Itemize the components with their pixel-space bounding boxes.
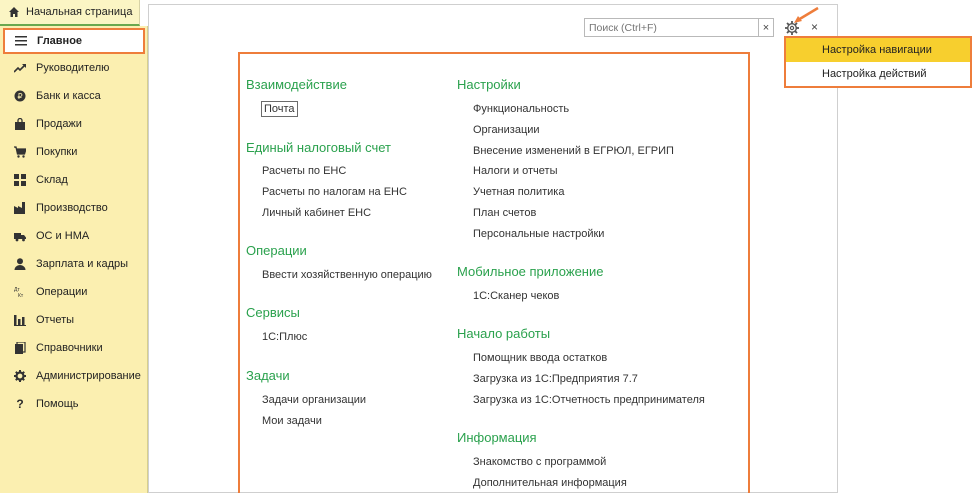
section-title: Взаимодействие bbox=[246, 77, 347, 92]
sidebar-item-label: Администрирование bbox=[36, 370, 141, 382]
menu-item-action-settings[interactable]: Настройка действий bbox=[786, 62, 970, 86]
sidebar-item-label: Помощь bbox=[36, 398, 79, 410]
menu-item-navigation-settings[interactable]: Настройка навигации bbox=[786, 38, 970, 62]
settings-gear-icon[interactable] bbox=[784, 20, 800, 36]
sidebar-item-bank[interactable]: ₽ Банк и касса bbox=[0, 82, 147, 110]
section-title: Сервисы bbox=[246, 305, 300, 320]
section-title: Настройки bbox=[457, 77, 521, 92]
menu-icon bbox=[15, 35, 27, 47]
sidebar: Главное Руководителю ₽ Банк и касса Прод… bbox=[0, 26, 148, 493]
link-chart-of-accounts[interactable]: План счетов bbox=[473, 207, 536, 219]
sidebar-item-label: Продажи bbox=[36, 118, 82, 130]
link-extra-info[interactable]: Дополнительная информация bbox=[473, 477, 627, 489]
sidebar-item-label: ОС и НМА bbox=[36, 230, 90, 242]
sidebar-item-help[interactable]: ? Помощь bbox=[0, 390, 147, 418]
sidebar-item-sales[interactable]: Продажи bbox=[0, 110, 147, 138]
section-title: Начало работы bbox=[457, 326, 551, 341]
grid-icon bbox=[14, 174, 26, 186]
close-button[interactable]: × bbox=[811, 20, 818, 34]
section-title: Мобильное приложение bbox=[457, 264, 604, 279]
truck-icon bbox=[14, 230, 26, 242]
dt-kt-icon: Дт Кт bbox=[14, 286, 26, 298]
link-accounting-policy[interactable]: Учетная политика bbox=[473, 186, 564, 198]
link-balance-assistant[interactable]: Помощник ввода остатков bbox=[473, 352, 607, 364]
sidebar-item-references[interactable]: Справочники bbox=[0, 334, 147, 362]
sidebar-item-label: Зарплата и кадры bbox=[36, 258, 129, 270]
sidebar-item-label: Справочники bbox=[36, 342, 103, 354]
book-icon bbox=[14, 342, 26, 354]
link-intro[interactable]: Знакомство с программой bbox=[473, 456, 606, 468]
sidebar-item-salary[interactable]: Зарплата и кадры bbox=[0, 250, 147, 278]
sidebar-item-label: Главное bbox=[37, 35, 83, 47]
link-receipt-scanner[interactable]: 1С:Сканер чеков bbox=[473, 290, 559, 302]
link-egrul-changes[interactable]: Внесение изменений в ЕГРЮЛ, ЕГРИП bbox=[473, 145, 674, 157]
sidebar-item-production[interactable]: Производство bbox=[0, 194, 147, 222]
question-icon: ? bbox=[16, 397, 24, 411]
sidebar-item-label: Производство bbox=[36, 202, 108, 214]
link-ens-cabinet[interactable]: Личный кабинет ЕНС bbox=[262, 207, 371, 219]
sidebar-item-main[interactable]: Главное bbox=[3, 28, 145, 54]
sidebar-item-warehouse[interactable]: Склад bbox=[0, 166, 147, 194]
link-taxes-reports[interactable]: Налоги и отчеты bbox=[473, 165, 557, 177]
cart-icon bbox=[14, 146, 26, 158]
coin-icon: ₽ bbox=[14, 90, 26, 102]
section-title: Информация bbox=[457, 430, 537, 445]
search-clear-button[interactable]: × bbox=[758, 18, 774, 37]
link-my-tasks[interactable]: Мои задачи bbox=[262, 415, 322, 427]
sidebar-item-purchases[interactable]: Покупки bbox=[0, 138, 147, 166]
sidebar-item-operations[interactable]: Дт Кт Операции bbox=[0, 278, 147, 306]
sidebar-item-label: Руководителю bbox=[36, 62, 110, 74]
home-tab[interactable]: Начальная страница bbox=[0, 0, 140, 26]
link-ens-settlements[interactable]: Расчеты по ЕНС bbox=[262, 165, 346, 177]
section-title: Операции bbox=[246, 243, 307, 258]
link-import-entrepreneur[interactable]: Загрузка из 1С:Отчетность предпринимател… bbox=[473, 394, 705, 406]
bag-icon bbox=[14, 118, 26, 130]
link-ens-taxes[interactable]: Расчеты по налогам на ЕНС bbox=[262, 186, 407, 198]
link-functionality[interactable]: Функциональность bbox=[473, 103, 569, 115]
factory-icon bbox=[14, 202, 26, 214]
home-tab-label: Начальная страница bbox=[26, 6, 133, 18]
person-icon bbox=[14, 258, 26, 270]
trend-icon bbox=[14, 62, 26, 74]
settings-menu: Настройка навигации Настройка действий bbox=[784, 36, 972, 88]
link-org-tasks[interactable]: Задачи организации bbox=[262, 394, 366, 406]
search-input[interactable] bbox=[584, 18, 760, 37]
svg-text:₽: ₽ bbox=[17, 92, 22, 101]
link-organizations[interactable]: Организации bbox=[473, 124, 540, 136]
link-1c-plus[interactable]: 1С:Плюс bbox=[262, 331, 307, 343]
sidebar-item-fixed-assets[interactable]: ОС и НМА bbox=[0, 222, 147, 250]
section-title: Единый налоговый счет bbox=[246, 140, 391, 155]
sidebar-item-label: Операции bbox=[36, 286, 88, 298]
sidebar-item-reports[interactable]: Отчеты bbox=[0, 306, 147, 334]
sidebar-item-label: Отчеты bbox=[36, 314, 75, 326]
link-personal-settings[interactable]: Персональные настройки bbox=[473, 228, 604, 240]
link-enter-operation[interactable]: Ввести хозяйственную операцию bbox=[262, 269, 432, 281]
sidebar-item-label: Банк и касса bbox=[36, 90, 101, 102]
sidebar-item-label: Покупки bbox=[36, 146, 78, 158]
section-title: Задачи bbox=[246, 368, 290, 383]
sidebar-item-label: Склад bbox=[36, 174, 68, 186]
link-mail[interactable]: Почта bbox=[261, 101, 298, 117]
gear-icon bbox=[14, 370, 26, 382]
sidebar-item-administration[interactable]: Администрирование bbox=[0, 362, 147, 390]
link-import-77[interactable]: Загрузка из 1С:Предприятия 7.7 bbox=[473, 373, 638, 385]
svg-text:Кт: Кт bbox=[18, 293, 24, 298]
sidebar-item-manager[interactable]: Руководителю bbox=[0, 54, 147, 82]
bar-chart-icon bbox=[14, 314, 26, 326]
home-icon bbox=[8, 6, 20, 18]
